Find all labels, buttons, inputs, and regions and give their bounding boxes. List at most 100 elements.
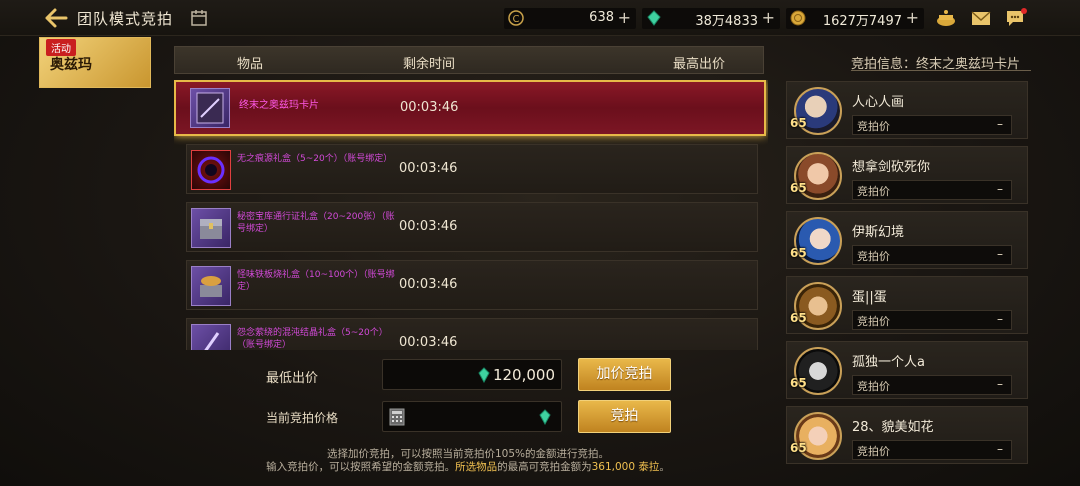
auction-row[interactable]: 秘密宝库通行证礼盒（20~200张）（账号绑定） 00:03:46 [186, 202, 758, 252]
raise-bid-button[interactable]: 加价竞拍 [578, 358, 671, 391]
auction-row[interactable]: 怨念萦绕的混沌结晶礼盒（5~20个）（账号绑定） 00:03:46 [186, 318, 758, 350]
bidder-price-box: 竞拍价 – [852, 115, 1012, 135]
min-bid-label: 最低出价 [266, 371, 319, 386]
bid-price-value: – [997, 377, 1003, 391]
gem-icon [478, 367, 490, 383]
bidder-name: 28、貌美如花 [852, 420, 934, 435]
bid-price-label: 竞拍价 [857, 445, 890, 458]
bidder-level: 65 [790, 116, 807, 130]
auction-list[interactable]: 终末之奥兹玛卡片 00:03:46 无之痕源礼盒（5~20个）（账号绑定） 00… [174, 80, 768, 350]
auction-row[interactable]: 怪味铁板烧礼盒（10~100个）（账号绑定） 00:03:46 [186, 260, 758, 310]
bidder-card: 65 伊斯幻境 竞拍价 – [786, 211, 1028, 269]
bidder-level: 65 [790, 181, 807, 195]
gem-icon [539, 409, 551, 425]
remaining-time: 00:03:46 [399, 219, 458, 234]
bid-price-label: 竞拍价 [857, 315, 890, 328]
note-text: 输入竞拍价，可以按照希望的金额竞拍。 [266, 461, 456, 473]
bid-price-label: 竞拍价 [857, 120, 890, 133]
top-bar: 团队模式竞拍 C 638 + 38万4833 + 1627万7497 + [0, 0, 1080, 36]
gold-coin-icon [790, 10, 806, 26]
remaining-time: 00:03:46 [400, 100, 459, 115]
card-item-icon [190, 88, 230, 128]
coin-c-icon: C [508, 10, 524, 26]
bid-price-label: 竞拍价 [857, 185, 890, 198]
currency-gold-amount: 1627万7497 [822, 14, 902, 29]
currency-gem-amount: 38万4833 [695, 14, 758, 29]
currency-gold-display: 1627万7497 + [786, 8, 924, 29]
auction-row[interactable]: 无之痕源礼盒（5~20个）（账号绑定） 00:03:46 [186, 144, 758, 194]
pot-icon[interactable] [935, 8, 957, 28]
currency-c-display: C 638 + [504, 8, 636, 29]
auction-row-selected[interactable]: 终末之奥兹玛卡片 00:03:46 [174, 80, 766, 136]
current-bid-input[interactable] [382, 401, 562, 432]
activity-name: 奥兹玛 [50, 57, 92, 73]
bidder-card: 65 人心人画 竞拍价 – [786, 81, 1028, 139]
teppanyaki-box-icon [191, 266, 231, 306]
bidder-price-box: 竞拍价 – [852, 245, 1012, 265]
bid-price-label: 竞拍价 [857, 250, 890, 263]
item-name: 终末之奥兹玛卡片 [239, 100, 319, 111]
bid-price-value: – [997, 247, 1003, 261]
remaining-time: 00:03:46 [399, 161, 458, 176]
note-text: 。 [659, 461, 670, 473]
bidder-card: 65 28、貌美如花 竞拍价 – [786, 406, 1028, 464]
bidder-card: 65 孤独一个人a 竞拍价 – [786, 341, 1028, 399]
auction-table-header: 物品 剩余时间 最高出价 [174, 46, 764, 74]
item-name: 无之痕源礼盒（5~20个）（账号绑定） [237, 154, 393, 164]
bid-price-value: – [997, 442, 1003, 456]
bidder-name: 伊斯幻境 [852, 225, 905, 240]
bidder-level: 65 [790, 311, 807, 325]
gem-icon [647, 10, 661, 26]
bidder-name: 蛋||蛋 [852, 290, 887, 305]
page-title: 团队模式竞拍 [77, 10, 174, 28]
activity-badge[interactable]: 活动 奥兹玛 [39, 37, 151, 88]
calendar-icon[interactable] [190, 9, 208, 27]
void-box-icon [191, 150, 231, 190]
bidder-card: 65 蛋||蛋 竞拍价 – [786, 276, 1028, 334]
svg-text:C: C [513, 14, 520, 25]
chat-icon[interactable] [1005, 8, 1027, 28]
add-currency-gold-button[interactable]: + [906, 8, 919, 27]
bidder-price-box: 竞拍价 – [852, 180, 1012, 200]
item-name: 怨念萦绕的混沌结晶礼盒（5~20个）（账号绑定） [237, 328, 388, 350]
bid-price-label: 竞拍价 [857, 380, 890, 393]
header-time: 剩余时间 [403, 57, 456, 72]
bidder-name: 想拿剑砍死你 [852, 160, 931, 175]
bidder-card: 65 想拿剑砍死你 竞拍价 – [786, 146, 1028, 204]
bidder-name: 人心人画 [852, 95, 905, 110]
bid-price-value: – [997, 312, 1003, 326]
bidder-price-box: 竞拍价 – [852, 310, 1012, 330]
note-highlight: 所选物品 [455, 461, 498, 473]
bidder-price-box: 竞拍价 – [852, 440, 1012, 460]
bidder-level: 65 [790, 246, 807, 260]
min-bid-value: 120,000 [492, 366, 555, 384]
header-item: 物品 [237, 57, 264, 72]
header-top-bid: 最高出价 [673, 57, 726, 72]
treasure-box-icon [191, 208, 231, 248]
add-currency-gem-button[interactable]: + [762, 8, 775, 27]
item-name: 秘密宝库通行证礼盒（20~200张）（账号绑定） [237, 212, 395, 234]
bidder-level: 65 [790, 376, 807, 390]
divider [851, 70, 1031, 71]
bidder-price-box: 竞拍价 – [852, 375, 1012, 395]
current-bid-label: 当前竞拍价格 [266, 411, 339, 425]
remaining-time: 00:03:46 [399, 277, 458, 292]
remaining-time: 00:03:46 [399, 335, 458, 350]
min-bid-field: 120,000 [382, 359, 562, 390]
bid-price-value: – [997, 117, 1003, 131]
currency-c-amount: 638 [589, 10, 614, 25]
currency-gem-display: 38万4833 + [642, 8, 780, 29]
bidder-level: 65 [790, 441, 807, 455]
note-text: 的最高可竞拍金额为 [497, 461, 592, 473]
bid-button[interactable]: 竞拍 [578, 400, 671, 433]
bid-note-line2: 输入竞拍价，可以按照希望的金额竞拍。所选物品的最高可竞拍金额为361,000 泰… [208, 459, 728, 474]
bid-price-value: – [997, 182, 1003, 196]
mail-icon[interactable] [970, 8, 992, 28]
bidder-name: 孤独一个人a [852, 355, 925, 370]
calculator-icon[interactable] [389, 408, 405, 426]
add-currency-c-button[interactable]: + [618, 8, 631, 27]
back-arrow-icon[interactable] [44, 7, 68, 29]
chaos-crystal-box-icon [191, 324, 231, 350]
note-highlight-amount: 361,000 泰拉 [591, 461, 660, 473]
item-name: 怪味铁板烧礼盒（10~100个）（账号绑定） [237, 270, 395, 292]
